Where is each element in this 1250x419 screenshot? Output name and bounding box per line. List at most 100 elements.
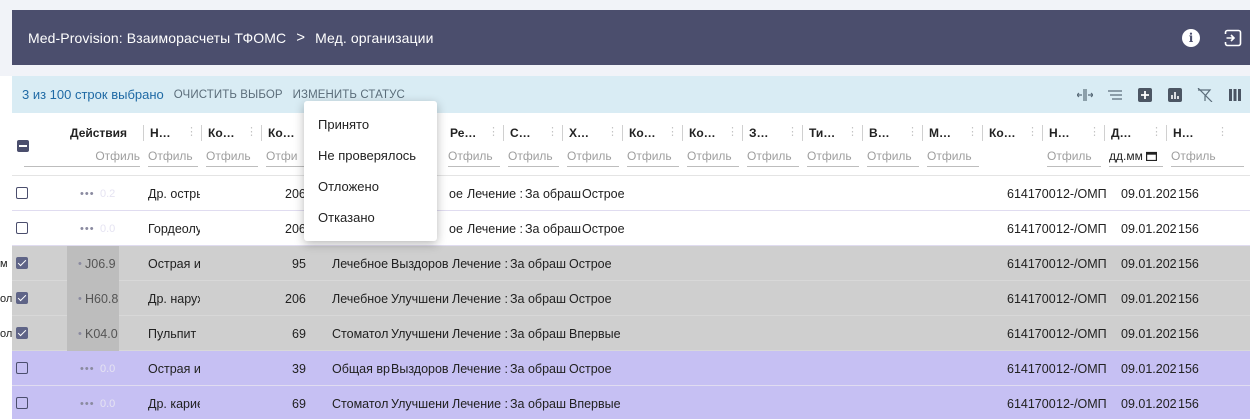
column-resize-icon[interactable]: [1070, 76, 1100, 113]
row-treatment: Лечение :: [467, 221, 523, 236]
row-checkbox[interactable]: [16, 187, 28, 199]
status-rejected-item[interactable]: Отказано: [304, 202, 437, 233]
column-menu-icon[interactable]: ⋮: [1027, 125, 1038, 138]
status-unchecked-item[interactable]: Не проверялось: [304, 140, 437, 171]
column-menu-icon[interactable]: ⋮: [488, 125, 499, 138]
column-menu-icon[interactable]: ⋮: [1151, 125, 1162, 138]
column-header-14[interactable]: Н… ⋮ Отфиль: [1043, 113, 1105, 176]
column-header-10[interactable]: Ти… ⋮ Отфиль: [803, 113, 863, 176]
column-filter-input[interactable]: Отфиль: [24, 149, 140, 167]
row-actions-icon[interactable]: •: [78, 316, 83, 351]
table-row[interactable]: ол • H60.8 Др. наруж 206 Лечебное Улучше…: [0, 281, 1250, 316]
column-header-9[interactable]: З… ⋮ Отфиль: [743, 113, 803, 176]
columns-icon[interactable]: [1220, 76, 1250, 113]
row-omp: 12-/ОМП: [1056, 186, 1107, 201]
column-filter-input[interactable]: Отфиль: [867, 149, 919, 167]
column-filter-input[interactable]: Отфиль: [1047, 149, 1101, 167]
row-actions-icon[interactable]: •••: [80, 211, 95, 246]
column-menu-icon[interactable]: ⋮: [547, 125, 558, 138]
clear-selection-button[interactable]: Очистить выбор: [174, 89, 283, 101]
change-status-button[interactable]: Изменить статус: [293, 89, 405, 101]
column-header-16[interactable]: Н… ⋮ Отфиль: [1167, 113, 1250, 176]
column-menu-icon[interactable]: ⋮: [907, 125, 918, 138]
row-checkbox[interactable]: [16, 292, 28, 304]
row-checkbox[interactable]: [16, 362, 28, 374]
column-filter-input[interactable]: Отфиль: [927, 149, 979, 167]
column-filter-input[interactable]: Отфиль: [807, 149, 859, 167]
column-header-15[interactable]: Д… ⋮ дд.мм: [1105, 113, 1167, 176]
row-actions-icon[interactable]: •: [78, 281, 83, 316]
column-header-12[interactable]: М… ⋮ Отфиль: [923, 113, 983, 176]
row-visit: За обраш: [525, 186, 581, 201]
column-header-2[interactable]: Ко… ⋮ Отфиль: [202, 113, 262, 176]
column-menu-icon[interactable]: ⋮: [186, 125, 197, 138]
table-row[interactable]: ••• 0.0 Острая иі 39 Общая вр Выздоров Л…: [12, 351, 1250, 386]
density-icon[interactable]: [1100, 76, 1130, 113]
column-menu-icon[interactable]: ⋮: [1217, 125, 1228, 138]
column-header-5[interactable]: С… ⋮ Отфиль: [504, 113, 563, 176]
app-bar-actions: i: [1182, 10, 1250, 65]
row-code: 39: [292, 361, 306, 376]
row-profile: Лечебное: [332, 291, 389, 306]
info-icon[interactable]: i: [1182, 28, 1200, 47]
column-menu-icon[interactable]: ⋮: [787, 125, 798, 138]
row-profile: Общая вр: [332, 361, 390, 376]
row-actions-icon[interactable]: •••: [80, 386, 95, 419]
add-icon[interactable]: [1130, 76, 1160, 113]
column-filter-input[interactable]: Отфиль: [627, 149, 679, 167]
column-menu-icon[interactable]: ⋮: [1089, 125, 1100, 138]
column-title: Х…: [569, 126, 590, 140]
column-header-7[interactable]: Ко… ⋮ Отфиль: [623, 113, 683, 176]
column-title: Ко…: [629, 126, 656, 140]
status-postponed-item[interactable]: Отложено: [304, 171, 437, 202]
column-filter-input[interactable]: Отфиль: [448, 149, 500, 167]
table-row[interactable]: ••• 0.2 Др. острь 206 ое Лечение : За об…: [12, 176, 1250, 211]
logout-icon[interactable]: [1224, 29, 1242, 47]
chart-icon[interactable]: [1160, 76, 1190, 113]
column-filter-input[interactable]: Отфиль: [206, 149, 258, 167]
column-filter-input[interactable]: Отфиль: [567, 149, 619, 167]
app-title[interactable]: Med-Provision: Взаиморасчеты ТФОМС: [28, 30, 286, 46]
column-header-11[interactable]: В… ⋮ Отфиль: [863, 113, 923, 176]
app-bar: Med-Provision: Взаиморасчеты ТФОМС > Мед…: [0, 0, 1250, 76]
column-menu-icon[interactable]: ⋮: [667, 125, 678, 138]
row-checkbox[interactable]: [16, 327, 28, 339]
column-header-8[interactable]: Ко… ⋮ Отфиль: [683, 113, 743, 176]
column-menu-icon[interactable]: ⋮: [727, 125, 738, 138]
column-header-4[interactable]: Ре… ⋮ Отфиль: [444, 113, 504, 176]
row-date: 09.01.202: [1121, 326, 1176, 341]
column-filter-input[interactable]: Отфиль: [747, 149, 799, 167]
column-filter-input[interactable]: Отфиль: [687, 149, 739, 167]
row-diagnosis: Др. карие: [148, 396, 200, 411]
column-header-13[interactable]: Ко… ⋮: [983, 113, 1043, 176]
date-filter-input[interactable]: дд.мм: [1109, 149, 1163, 167]
column-header-actions[interactable]: Действия Отфиль: [24, 113, 144, 176]
table-row[interactable]: ••• 0.0 Гордеолуі 206 ое Лечение : За об…: [12, 211, 1250, 246]
filter-off-icon[interactable]: [1190, 76, 1220, 113]
row-actions-icon[interactable]: •: [78, 246, 83, 281]
table-row[interactable]: ол • K04.0 Пульпит 69 Стоматол Улучшени …: [0, 316, 1250, 351]
section-title: Мед. организации: [315, 29, 434, 46]
column-filter-input[interactable]: Отфиль: [508, 149, 559, 167]
column-menu-icon[interactable]: ⋮: [607, 125, 618, 138]
app-bar-inner: Med-Provision: Взаиморасчеты ТФОМС > Мед…: [12, 10, 1250, 65]
row-checkbox[interactable]: [16, 257, 28, 269]
table-row[interactable]: м • J06.9 Острая иі 95 Лечебное Выздоров…: [0, 246, 1250, 281]
calendar-icon[interactable]: [1146, 151, 1158, 162]
column-header-6[interactable]: Х… ⋮ Отфиль: [563, 113, 623, 176]
row-checkbox[interactable]: [16, 397, 28, 409]
column-menu-icon[interactable]: ⋮: [967, 125, 978, 138]
row-actions-icon[interactable]: •••: [80, 176, 95, 211]
column-header-1[interactable]: Н… ⋮ Отфиль: [144, 113, 202, 176]
column-filter-input[interactable]: Отфиль: [1171, 149, 1244, 167]
column-menu-icon[interactable]: ⋮: [246, 125, 257, 138]
row-checkbox[interactable]: [16, 222, 28, 234]
table-row[interactable]: ••• 0.0 Др. карие 69 Стоматол Улучшени Л…: [12, 386, 1250, 419]
column-filter-input[interactable]: Отфиль: [148, 149, 198, 167]
row-actions-icon[interactable]: •••: [80, 351, 95, 386]
status-accepted-item[interactable]: Принято: [304, 109, 437, 140]
row-result: ое: [449, 186, 463, 201]
row-treatment: Лечение :: [452, 326, 508, 341]
column-title: Н…: [1173, 126, 1194, 140]
column-menu-icon[interactable]: ⋮: [847, 125, 858, 138]
